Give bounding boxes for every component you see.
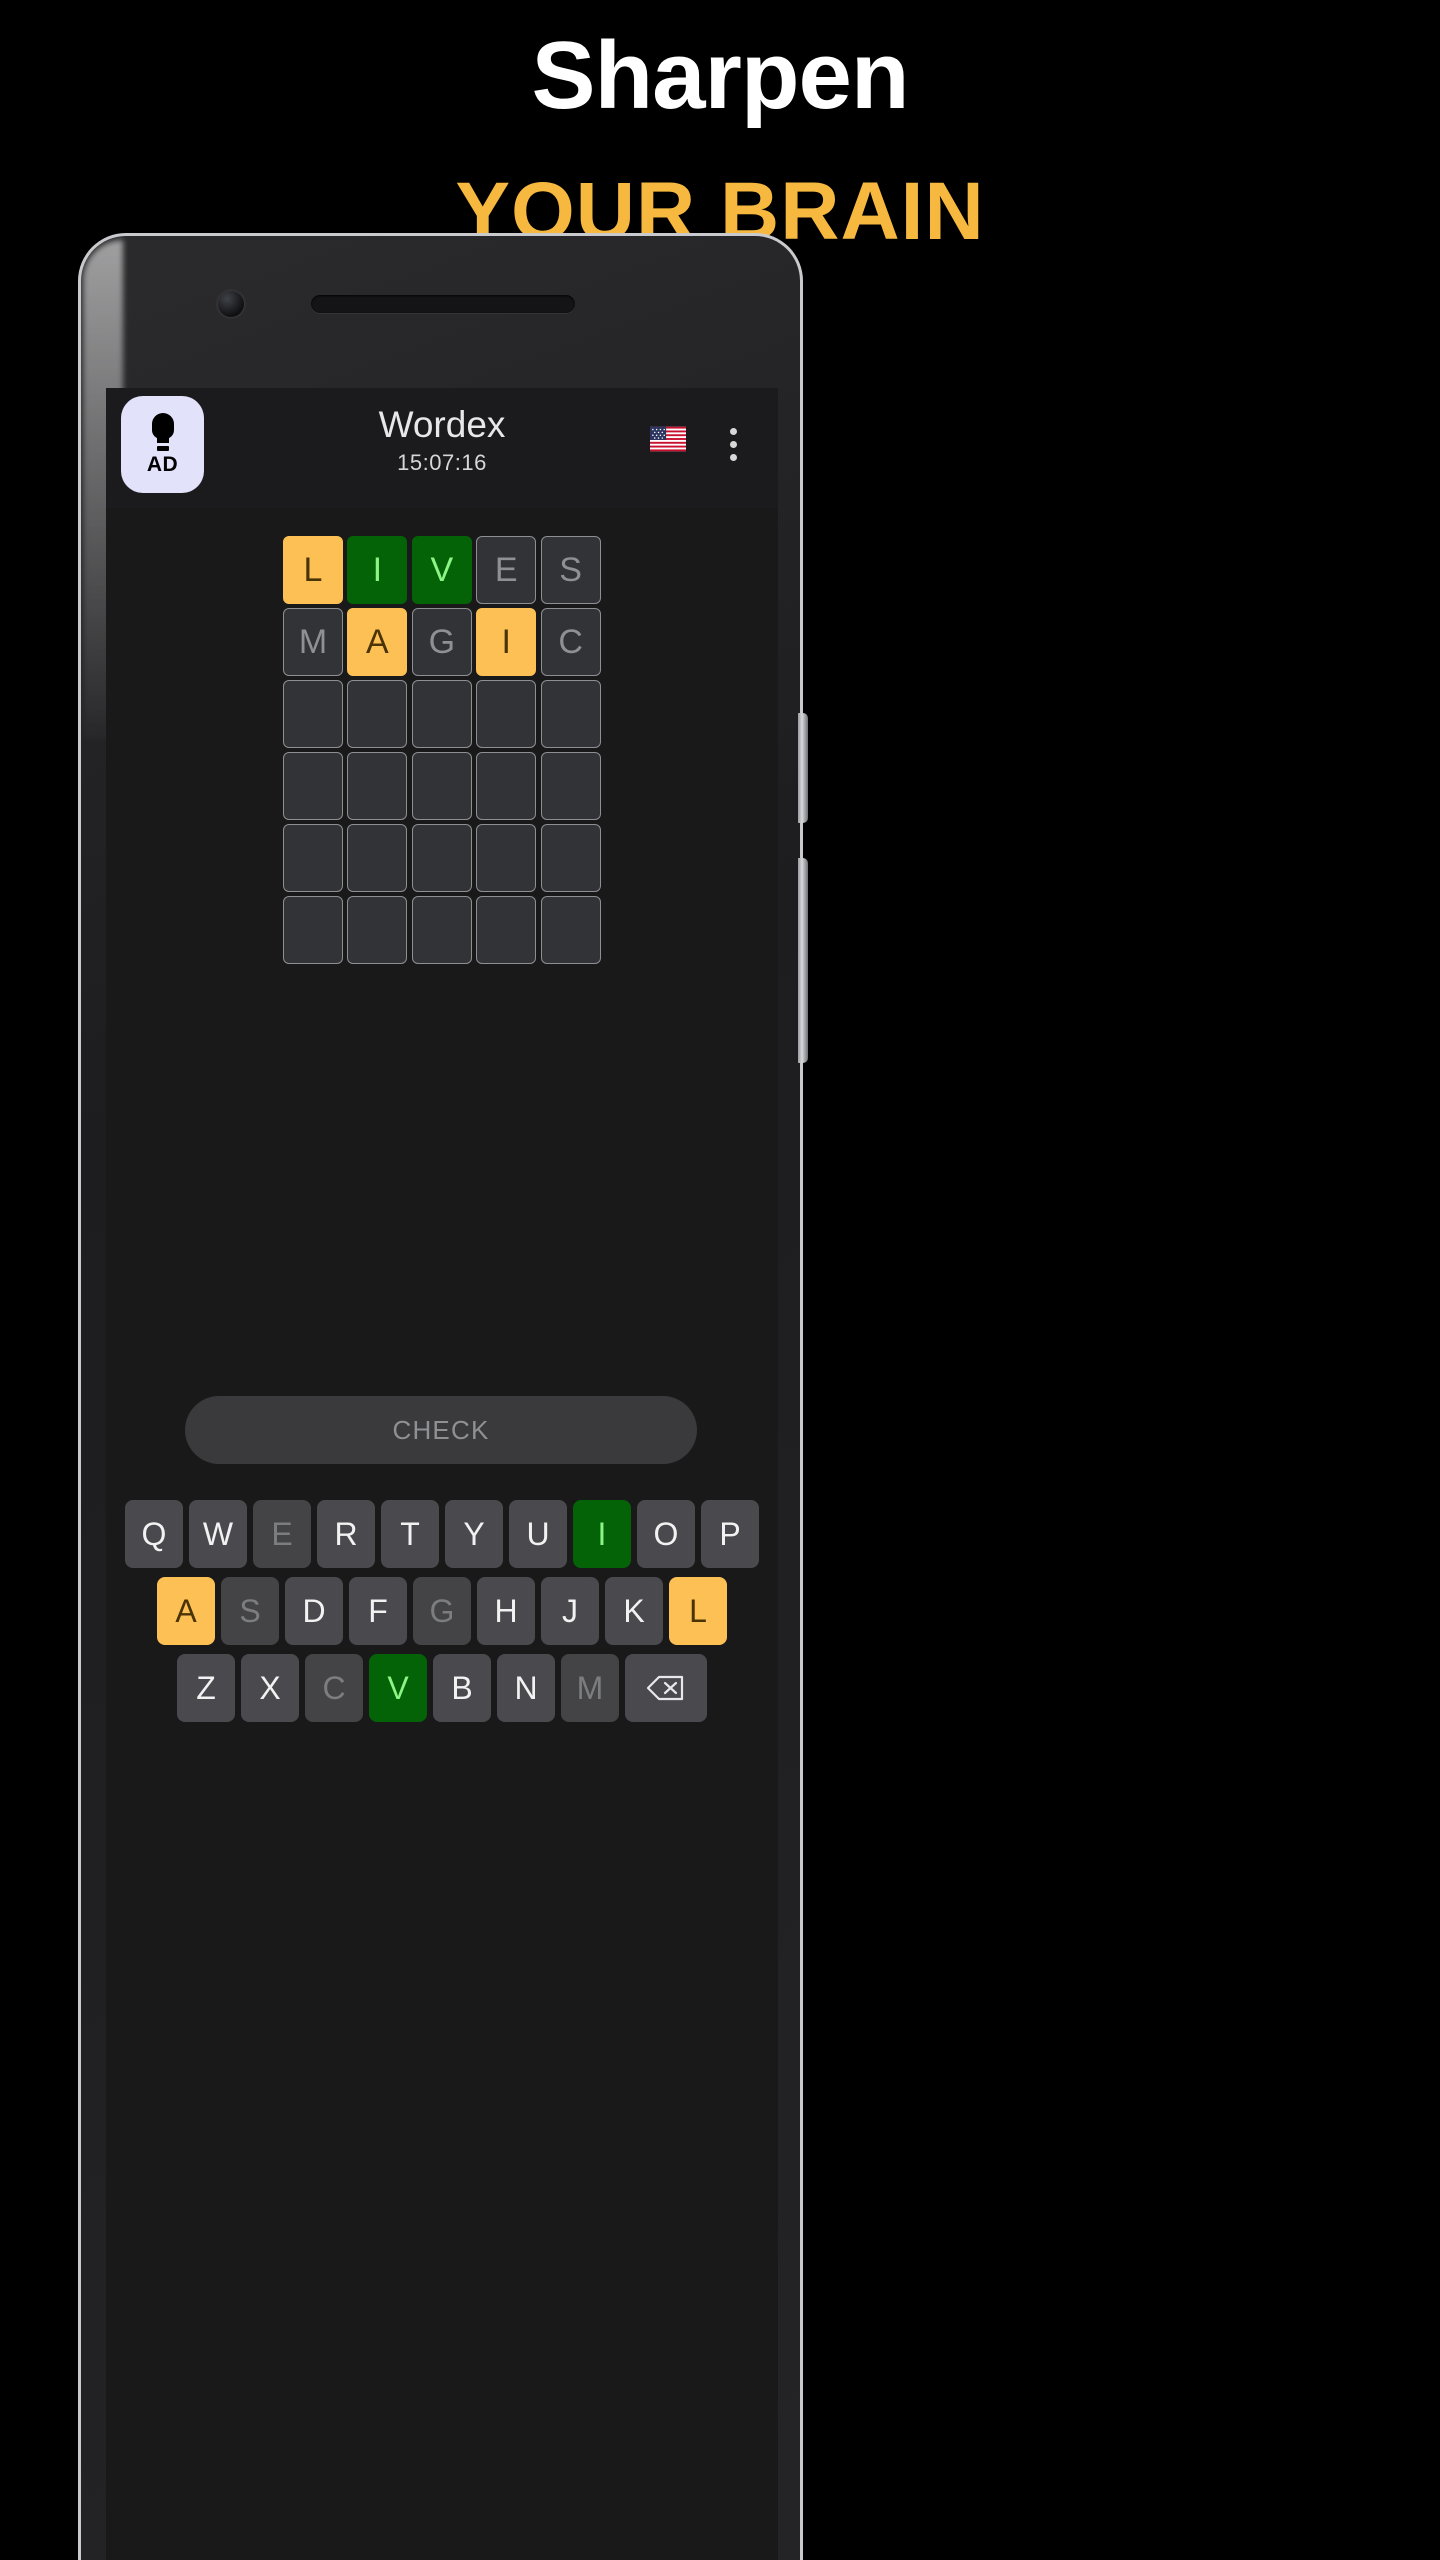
key-F[interactable]: F <box>349 1577 407 1645</box>
key-S[interactable]: S <box>221 1577 279 1645</box>
grid-tile-r4c1 <box>283 752 343 820</box>
key-M[interactable]: M <box>561 1654 619 1722</box>
grid-tile-r2c1: M <box>283 608 343 676</box>
grid-tile-r3c1 <box>283 680 343 748</box>
us-flag-icon[interactable] <box>650 426 686 452</box>
us-flag-svg <box>650 426 686 452</box>
grid-tile-r4c3 <box>411 752 472 820</box>
key-O[interactable]: O <box>637 1500 695 1568</box>
grid-tile-r4c2 <box>347 752 408 820</box>
ad-button-label: AD <box>146 452 179 476</box>
key-I[interactable]: I <box>573 1500 631 1568</box>
key-K[interactable]: K <box>605 1577 663 1645</box>
virtual-keyboard: QWERTYUIOP ASDFGHJKL ZXCVBNM <box>106 1500 778 1731</box>
promo-header: Sharpen YOUR BRAIN <box>0 0 1440 257</box>
grid-tile-r5c3 <box>411 824 472 892</box>
check-button[interactable]: CHECK <box>185 1396 697 1464</box>
grid-tile-r1c1: L <box>283 536 343 604</box>
game-timer: 15:07:16 <box>397 449 487 475</box>
grid-tile-r5c4 <box>476 824 537 892</box>
grid-tile-r1c5: S <box>540 536 601 604</box>
grid-tile-r3c2 <box>347 680 408 748</box>
key-W[interactable]: W <box>189 1500 247 1568</box>
key-Z[interactable]: Z <box>177 1654 235 1722</box>
key-P[interactable]: P <box>701 1500 759 1568</box>
key-L[interactable]: L <box>669 1577 727 1645</box>
grid-tile-r1c3: V <box>411 536 472 604</box>
key-Q[interactable]: Q <box>125 1500 183 1568</box>
key-N[interactable]: N <box>497 1654 555 1722</box>
key-Y[interactable]: Y <box>445 1500 503 1568</box>
grid-tile-r6c1 <box>283 896 343 964</box>
keyboard-row-3: ZXCVBNM <box>112 1654 772 1722</box>
backspace-icon <box>646 1675 684 1701</box>
kebab-menu-icon[interactable] <box>716 421 750 467</box>
key-B[interactable]: B <box>433 1654 491 1722</box>
app-bar: AD Wordex 15:07:16 <box>106 388 778 508</box>
grid-tile-r2c2: A <box>347 608 408 676</box>
grid-tile-r1c2: I <box>347 536 408 604</box>
grid-tile-r2c5: C <box>540 608 601 676</box>
volume-button[interactable] <box>798 713 808 823</box>
app-screen: AD Wordex 15:07:16 L I V E S M A G I C C… <box>106 388 778 2560</box>
grid-tile-r4c5 <box>540 752 601 820</box>
grid-tile-r2c4: I <box>476 608 537 676</box>
grid-tile-r3c4 <box>476 680 537 748</box>
grid-tile-r3c5 <box>540 680 601 748</box>
power-button[interactable] <box>798 858 808 1063</box>
key-G[interactable]: G <box>413 1577 471 1645</box>
grid-tile-r1c4: E <box>476 536 537 604</box>
earpiece-speaker <box>311 295 575 313</box>
key-A[interactable]: A <box>157 1577 215 1645</box>
grid-tile-r5c1 <box>283 824 343 892</box>
grid-tile-r6c2 <box>347 896 408 964</box>
backspace-key[interactable] <box>625 1654 707 1722</box>
grid-tile-r6c3 <box>411 896 472 964</box>
front-camera-icon <box>218 291 244 317</box>
keyboard-row-2: ASDFGHJKL <box>112 1577 772 1645</box>
key-E[interactable]: E <box>253 1500 311 1568</box>
promo-title: Sharpen <box>531 22 909 129</box>
key-H[interactable]: H <box>477 1577 535 1645</box>
key-U[interactable]: U <box>509 1500 567 1568</box>
key-J[interactable]: J <box>541 1577 599 1645</box>
key-R[interactable]: R <box>317 1500 375 1568</box>
key-V[interactable]: V <box>369 1654 427 1722</box>
ad-hint-button[interactable]: AD <box>121 396 204 493</box>
grid-tile-r6c4 <box>476 896 537 964</box>
grid-tile-r6c5 <box>540 896 601 964</box>
keyboard-row-1: QWERTYUIOP <box>112 1500 772 1568</box>
grid-tile-r4c4 <box>476 752 537 820</box>
grid-tile-r5c5 <box>540 824 601 892</box>
lightbulb-icon <box>150 412 176 451</box>
key-D[interactable]: D <box>285 1577 343 1645</box>
key-C[interactable]: C <box>305 1654 363 1722</box>
phone-mockup: AD Wordex 15:07:16 L I V E S M A G I C C… <box>78 233 808 2560</box>
grid-tile-r2c3: G <box>411 608 472 676</box>
grid-tile-r5c2 <box>347 824 408 892</box>
key-T[interactable]: T <box>381 1500 439 1568</box>
key-X[interactable]: X <box>241 1654 299 1722</box>
grid-tile-r3c3 <box>411 680 472 748</box>
phone-body: AD Wordex 15:07:16 L I V E S M A G I C C… <box>78 233 803 2560</box>
word-grid: LIVESMAGIC <box>283 536 601 964</box>
